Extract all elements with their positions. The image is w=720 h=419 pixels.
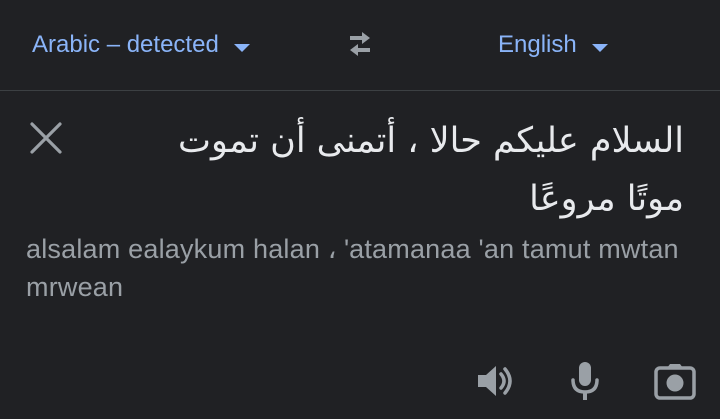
microphone-icon — [571, 362, 599, 400]
target-language-label: English — [498, 31, 577, 58]
chevron-down-icon — [233, 44, 250, 52]
listen-button[interactable] — [472, 358, 518, 404]
transliteration-text: alsalam ealaykum halan ، 'atamanaa 'an t… — [26, 234, 679, 302]
swap-languages-button[interactable] — [338, 24, 382, 64]
source-language-label: Arabic – detected — [32, 31, 219, 58]
chevron-down-icon — [591, 44, 608, 52]
camera-icon — [654, 364, 696, 400]
camera-input-button[interactable] — [652, 358, 698, 404]
close-icon — [30, 122, 62, 154]
clear-text-button[interactable] — [26, 118, 66, 158]
source-text-input[interactable]: السلام عليكم حالا ، أتمنى أن تموت موتًا … — [124, 112, 684, 228]
target-language-selector[interactable]: English — [498, 28, 608, 62]
source-language-selector[interactable]: Arabic – detected — [32, 28, 250, 62]
swap-arrows-icon — [350, 32, 370, 56]
language-bar: Arabic – detected English — [0, 0, 720, 91]
speaker-icon — [478, 366, 512, 396]
voice-input-button[interactable] — [562, 358, 608, 404]
